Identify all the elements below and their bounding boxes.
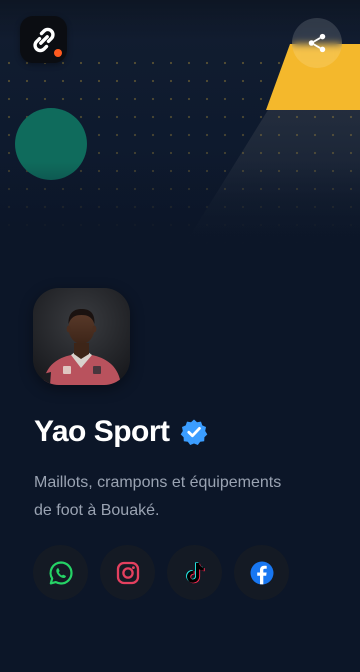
profile-page: Yao Sport Maillots, crampons et équipeme… xyxy=(0,0,360,672)
instagram-icon xyxy=(116,561,139,584)
share-icon xyxy=(308,33,326,53)
profile-name: Yao Sport xyxy=(34,415,170,448)
app-logo-button[interactable] xyxy=(20,16,67,63)
share-button[interactable] xyxy=(292,18,342,68)
notification-dot xyxy=(54,49,62,57)
facebook-link[interactable] xyxy=(234,545,289,600)
verified-badge-icon xyxy=(180,419,207,445)
instagram-link[interactable] xyxy=(100,545,155,600)
bio-line: Maillots, crampons et équipements xyxy=(34,474,282,491)
profile-bio: Maillots, crampons et équipements de foo… xyxy=(34,469,334,525)
bio-line: de foot à Bouaké. xyxy=(34,502,160,519)
tiktok-icon xyxy=(185,561,205,583)
name-row: Yao Sport xyxy=(34,412,208,452)
whatsapp-link[interactable] xyxy=(33,545,88,600)
facebook-icon xyxy=(250,561,273,584)
whatsapp-icon xyxy=(49,560,73,585)
avatar-photo xyxy=(33,288,130,385)
social-links xyxy=(33,545,289,600)
avatar xyxy=(33,288,130,385)
tiktok-link[interactable] xyxy=(167,545,222,600)
banner-fade xyxy=(0,162,360,252)
